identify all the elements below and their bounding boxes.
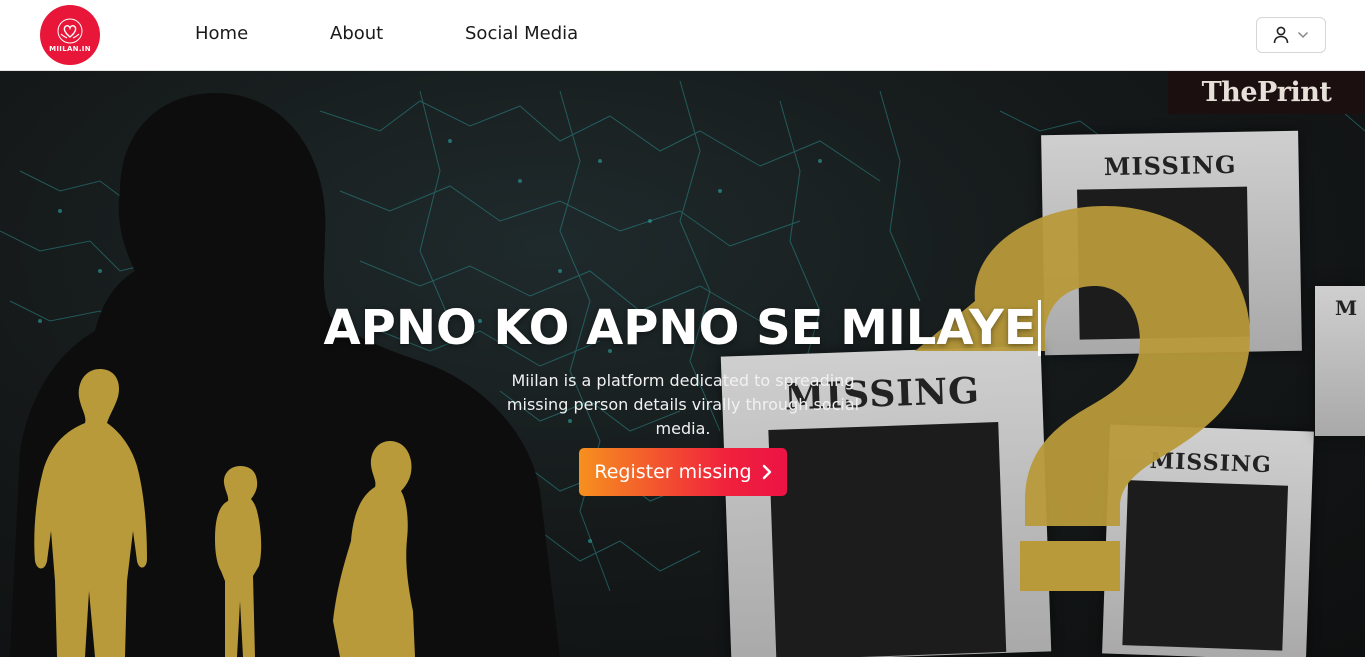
register-missing-label: Register missing <box>594 461 752 483</box>
user-menu-button[interactable] <box>1256 17 1326 53</box>
brand-logo[interactable]: MIILAN.IN <box>40 5 100 65</box>
question-mark-graphic <box>915 206 1250 591</box>
heart-hands-icon <box>57 18 83 43</box>
nav-home-link[interactable]: Home <box>195 23 248 44</box>
text-caret <box>1038 300 1042 356</box>
chevron-down-icon <box>1297 31 1309 39</box>
theprint-watermark: ThePrint <box>1168 71 1365 114</box>
top-navbar: MIILAN.IN Home About Social Media <box>0 0 1365 71</box>
nav-about-link[interactable]: About <box>330 23 383 44</box>
hero-section: ThePrint MISSING MISSING MISSING M APNO … <box>0 71 1365 657</box>
family-silhouette-gold <box>34 369 415 657</box>
poster-label: MISSING <box>1103 149 1237 182</box>
register-missing-button[interactable]: Register missing <box>579 448 787 496</box>
logo-text: MIILAN.IN <box>49 44 91 53</box>
hero-title-text: APNO KO APNO SE MILAYE <box>323 300 1037 356</box>
nav-social-media-link[interactable]: Social Media <box>465 23 578 44</box>
hero-title: APNO KO APNO SE MILAYE <box>0 300 1365 356</box>
hero-subtitle: Miilan is a platform dedicated to spread… <box>506 371 860 438</box>
user-icon <box>1273 26 1289 44</box>
chevron-right-icon <box>762 464 771 480</box>
